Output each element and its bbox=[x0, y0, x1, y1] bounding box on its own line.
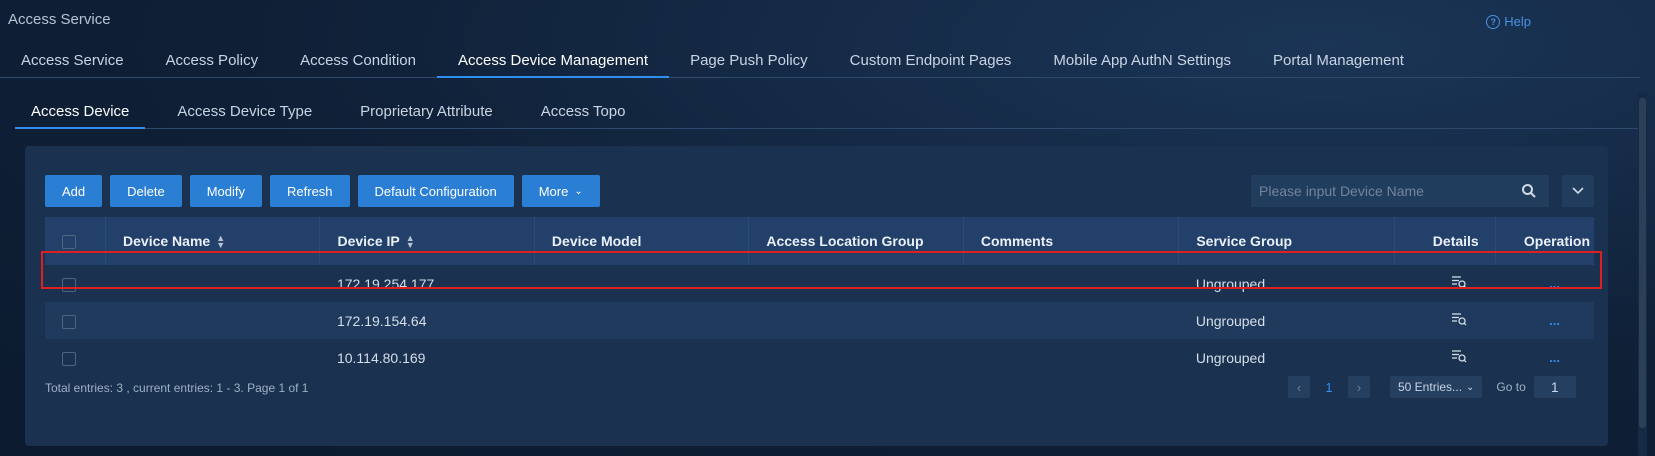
main-tab-bar: Access Service Access Policy Access Cond… bbox=[0, 40, 1640, 78]
page-size-value: 50 Entries... bbox=[1398, 380, 1463, 394]
add-button[interactable]: Add bbox=[45, 175, 103, 207]
subtab-access-topo[interactable]: Access Topo bbox=[525, 94, 642, 128]
tab-custom-endpoint-pages[interactable]: Custom Endpoint Pages bbox=[829, 40, 1033, 77]
select-all-cell bbox=[45, 217, 107, 265]
location-group-cell bbox=[749, 339, 963, 376]
search-box bbox=[1251, 175, 1549, 207]
column-device-model: Device Model bbox=[534, 217, 750, 265]
comments-cell bbox=[963, 265, 1179, 302]
toolbar: Add Delete Modify Refresh Default Config… bbox=[45, 175, 600, 207]
location-group-cell bbox=[749, 265, 963, 302]
tab-access-condition[interactable]: Access Condition bbox=[279, 40, 437, 77]
table-row[interactable]: 172.19.254.177 Ungrouped ... bbox=[45, 265, 1594, 302]
operation-menu[interactable]: ... bbox=[1495, 302, 1594, 339]
table-row[interactable]: 10.114.80.169 Ungrouped ... bbox=[45, 339, 1594, 376]
tab-access-policy[interactable]: Access Policy bbox=[145, 40, 280, 77]
pagination-summary: Total entries: 3 , current entries: 1 - … bbox=[45, 381, 309, 395]
row-checkbox[interactable] bbox=[62, 314, 76, 329]
prev-page-button[interactable]: ‹ bbox=[1288, 376, 1310, 398]
tab-access-device-management[interactable]: Access Device Management bbox=[436, 40, 670, 78]
column-device-ip[interactable]: Device IP ▲ ▼ bbox=[319, 217, 535, 265]
tab-access-service[interactable]: Access Service bbox=[0, 40, 145, 77]
comments-cell bbox=[963, 339, 1179, 376]
column-operation: Operation bbox=[1523, 233, 1590, 249]
select-all-checkbox[interactable] bbox=[62, 235, 76, 250]
search-icon[interactable] bbox=[1521, 183, 1537, 199]
device-model-cell bbox=[534, 265, 748, 302]
details-icon[interactable] bbox=[1451, 312, 1467, 326]
page-size-select[interactable]: 50 Entries... ⌄ bbox=[1390, 376, 1483, 398]
sort-icon[interactable]: ▲ ▼ bbox=[216, 234, 225, 250]
refresh-button[interactable]: Refresh bbox=[270, 175, 350, 207]
advanced-search-toggle[interactable] bbox=[1562, 175, 1594, 207]
page-number[interactable]: 1 bbox=[1318, 380, 1340, 395]
table-row[interactable]: 172.19.154.64 Ungrouped ... bbox=[45, 302, 1594, 339]
more-button[interactable]: More ⌄ bbox=[521, 175, 600, 207]
goto-page-input[interactable]: 1 bbox=[1533, 376, 1576, 398]
chevron-down-icon bbox=[1572, 187, 1584, 195]
next-page-button[interactable]: › bbox=[1348, 376, 1370, 398]
default-configuration-button[interactable]: Default Configuration bbox=[357, 175, 514, 207]
sub-tab-bar: Access Device Access Device Type Proprie… bbox=[15, 94, 1640, 129]
location-group-cell bbox=[749, 302, 963, 339]
device-name-cell bbox=[106, 302, 320, 339]
page-scrollbar[interactable] bbox=[1638, 92, 1647, 456]
table-header-row: Device Name ▲ ▼ Device IP ▲ ▼ Device Model A… bbox=[45, 217, 1594, 265]
more-label: More bbox=[538, 183, 569, 199]
scrollbar-thumb[interactable] bbox=[1639, 98, 1646, 428]
delete-button[interactable]: Delete bbox=[110, 175, 182, 207]
device-panel: Add Delete Modify Refresh Default Config… bbox=[25, 146, 1608, 446]
chevron-down-icon: ⌄ bbox=[1466, 381, 1475, 393]
service-group-cell: Ungrouped bbox=[1195, 312, 1266, 329]
column-details: Details bbox=[1394, 217, 1496, 265]
modify-button[interactable]: Modify bbox=[189, 175, 263, 207]
app-title: Access Service bbox=[8, 11, 111, 28]
help-icon: ? bbox=[1486, 14, 1501, 29]
column-label: Device Name bbox=[123, 232, 211, 249]
operation-menu[interactable]: ... bbox=[1495, 339, 1594, 376]
sort-icon[interactable]: ▲ ▼ bbox=[406, 234, 415, 250]
service-group-cell: Ungrouped bbox=[1195, 275, 1266, 292]
operation-menu[interactable]: ... bbox=[1495, 265, 1594, 302]
details-icon[interactable] bbox=[1451, 349, 1467, 363]
column-device-name[interactable]: Device Name ▲ ▼ bbox=[105, 217, 321, 265]
device-model-cell bbox=[534, 339, 748, 376]
subtab-proprietary-attribute[interactable]: Proprietary Attribute bbox=[344, 94, 509, 128]
help-label: Help bbox=[1504, 14, 1531, 29]
device-name-cell bbox=[106, 265, 320, 302]
tab-portal-management[interactable]: Portal Management bbox=[1252, 40, 1425, 77]
column-service-group: Service Group bbox=[1178, 217, 1395, 265]
device-table: Device Name ▲ ▼ Device IP ▲ ▼ Device Model A… bbox=[45, 217, 1594, 376]
pagination: ‹ 1 › 50 Entries... ⌄ Go to 1 bbox=[1288, 376, 1576, 398]
goto-label: Go to bbox=[1496, 380, 1526, 394]
tab-page-push-policy[interactable]: Page Push Policy bbox=[669, 40, 829, 77]
help-link[interactable]: ? Help bbox=[1486, 14, 1531, 29]
device-name-search-input[interactable] bbox=[1251, 175, 1527, 207]
row-checkbox[interactable] bbox=[62, 277, 76, 292]
device-ip-cell: 172.19.154.64 bbox=[336, 312, 427, 329]
device-ip-cell: 10.114.80.169 bbox=[336, 349, 426, 366]
subtab-access-device-type[interactable]: Access Device Type bbox=[161, 94, 328, 128]
comments-cell bbox=[963, 302, 1179, 339]
device-ip-cell: 172.19.254.177 bbox=[336, 275, 435, 292]
tab-mobile-app-authn-settings[interactable]: Mobile App AuthN Settings bbox=[1032, 40, 1252, 77]
device-name-cell bbox=[106, 339, 320, 376]
row-checkbox[interactable] bbox=[62, 351, 76, 366]
service-group-cell: Ungrouped bbox=[1195, 349, 1266, 366]
column-comments: Comments bbox=[963, 217, 1180, 265]
details-icon[interactable] bbox=[1451, 275, 1467, 289]
subtab-access-device[interactable]: Access Device bbox=[15, 94, 146, 129]
device-model-cell bbox=[534, 302, 748, 339]
column-label: Device IP bbox=[337, 232, 400, 249]
column-access-location-group: Access Location Group bbox=[748, 217, 964, 265]
chevron-down-icon: ⌄ bbox=[574, 185, 583, 197]
